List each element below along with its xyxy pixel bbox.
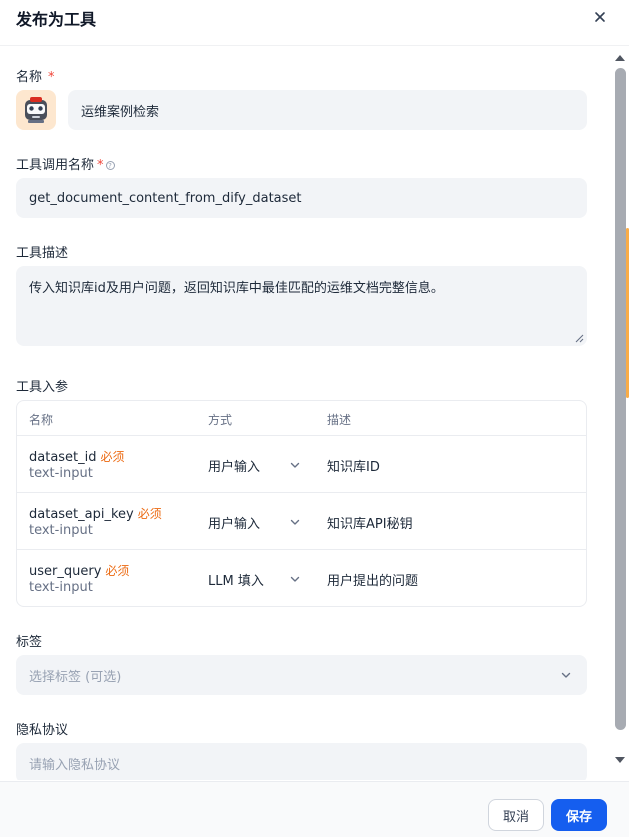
header-method: 方式 <box>208 413 233 427</box>
resize-handle-icon[interactable] <box>575 334 584 343</box>
header-description: 描述 <box>327 413 352 427</box>
param-type: text-input <box>29 466 93 481</box>
tags-label: 标签 <box>16 635 43 650</box>
dialog-footer: 取消 保存 <box>0 781 629 837</box>
tool-description-textarea[interactable]: 传入知识库id及用户问题，返回知识库中最佳匹配的运维文档完整信息。 <box>16 266 587 346</box>
table-row: dataset_api_key 必须 text-input 用户输入 知识库API… <box>17 492 586 549</box>
table-row: dataset_id 必须 text-input 用户输入 知识库ID <box>17 435 586 492</box>
required-tag: 必须 <box>105 564 130 578</box>
name-label: 名称 * <box>16 70 55 85</box>
required-mark: * <box>97 158 104 173</box>
tool-call-name-input[interactable]: get_document_content_from_dify_dataset <box>16 178 587 218</box>
param-name: user_query 必须 <box>29 564 130 579</box>
question-icon[interactable]: ? <box>105 161 115 170</box>
params-table: 名称 方式 描述 dataset_id 必须 text-input 用户输入 知识… <box>16 400 587 607</box>
tags-placeholder: 选择标签 (可选) <box>29 669 122 685</box>
param-type: text-input <box>29 580 93 595</box>
param-name: dataset_api_key 必须 <box>29 507 162 522</box>
dialog-title: 发布为工具 <box>16 10 97 29</box>
robot-icon <box>25 97 47 123</box>
chevron-down-icon[interactable] <box>288 572 302 586</box>
dialog-header: 发布为工具 <box>0 0 629 46</box>
param-description[interactable]: 知识库ID <box>327 456 380 475</box>
tool-description-text: 传入知识库id及用户问题，返回知识库中最佳匹配的运维文档完整信息。 <box>29 281 444 296</box>
tool-name-input[interactable]: 运维案例检索 <box>68 90 587 130</box>
required-tag: 必须 <box>137 507 162 521</box>
privacy-placeholder: 请输入隐私协议 <box>29 757 121 773</box>
tool-params-label: 工具入参 <box>16 380 69 395</box>
param-type: text-input <box>29 523 93 538</box>
param-name: dataset_id 必须 <box>29 450 125 465</box>
method-select[interactable]: LLM 填入 <box>208 570 264 589</box>
scroll-down-icon[interactable] <box>614 755 626 765</box>
scrollbar-thumb[interactable] <box>615 68 626 730</box>
tags-select[interactable]: 选择标签 (可选) <box>16 655 587 695</box>
table-row: user_query 必须 text-input LLM 填入 用户提出的问题 <box>17 549 586 606</box>
save-button[interactable]: 保存 <box>551 799 607 831</box>
privacy-input[interactable]: 请输入隐私协议 <box>16 743 587 780</box>
required-tag: 必须 <box>100 450 125 464</box>
scroll-up-icon[interactable] <box>614 53 626 63</box>
param-description[interactable]: 知识库API秘钥 <box>327 513 413 532</box>
dialog-body[interactable]: 名称 * 运维案例检索 工具调用名称 *? get_document_content… <box>0 46 629 780</box>
cancel-button[interactable]: 取消 <box>488 799 544 831</box>
header-name: 名称 <box>29 413 54 427</box>
chevron-down-icon[interactable] <box>288 458 302 472</box>
close-icon[interactable] <box>591 8 609 26</box>
privacy-label: 隐私协议 <box>16 723 69 738</box>
chevron-down-icon[interactable] <box>559 668 573 682</box>
param-description[interactable]: 用户提出的问题 <box>327 570 418 589</box>
method-select[interactable]: 用户输入 <box>208 456 260 475</box>
required-mark: * <box>48 70 55 85</box>
method-select[interactable]: 用户输入 <box>208 513 260 532</box>
tool-avatar[interactable] <box>16 90 56 130</box>
chevron-down-icon[interactable] <box>288 515 302 529</box>
tool-call-name-label: 工具调用名称 *? <box>16 154 115 173</box>
tool-description-label: 工具描述 <box>16 246 69 261</box>
